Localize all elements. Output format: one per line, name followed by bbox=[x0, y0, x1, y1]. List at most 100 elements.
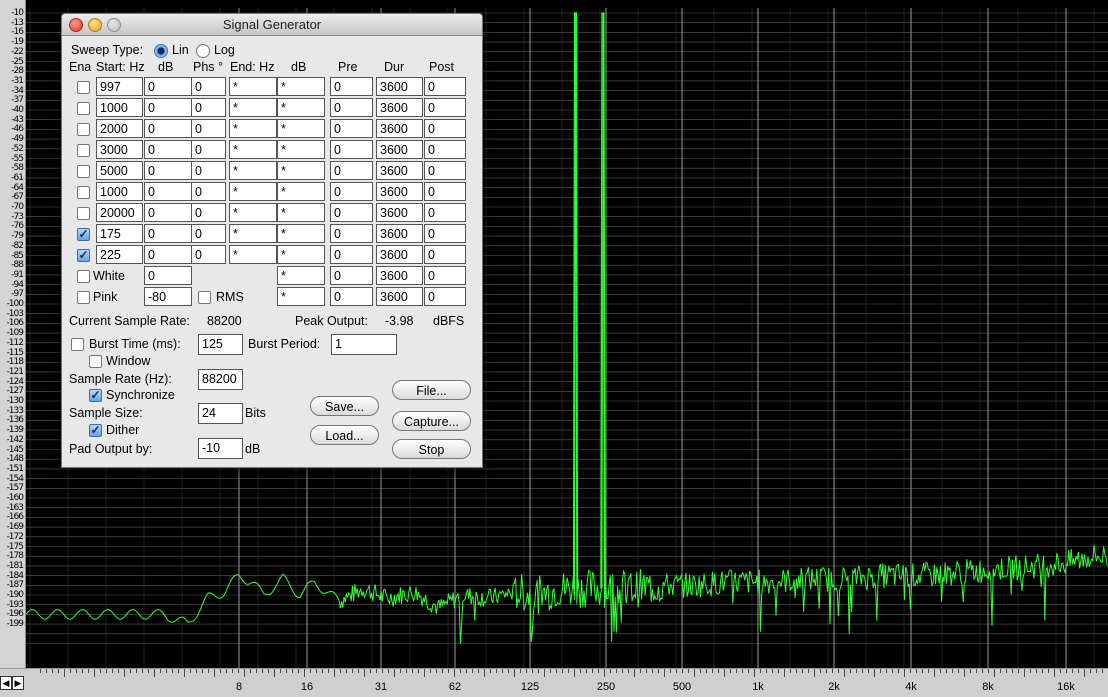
row-2-pre-field[interactable]: 0 bbox=[330, 98, 373, 117]
capture-button[interactable]: Capture... bbox=[392, 411, 471, 431]
white-enable-checkbox[interactable] bbox=[77, 270, 90, 283]
dither-checkbox[interactable]: ✓ bbox=[89, 424, 102, 437]
row-7-db2-field[interactable]: * bbox=[277, 203, 325, 222]
row-3-start-field[interactable]: 2000 bbox=[96, 119, 143, 138]
row-1-pre-field[interactable]: 0 bbox=[330, 77, 373, 96]
row-2-start-field[interactable]: 1000 bbox=[96, 98, 143, 117]
row-3-dur-field[interactable]: 3600 bbox=[376, 119, 423, 138]
sweep-lin-radio[interactable] bbox=[154, 44, 168, 58]
row-3-phs-field[interactable]: 0 bbox=[191, 119, 226, 138]
row-8-dur-field[interactable]: 3600 bbox=[376, 224, 423, 243]
row-2-phs-field[interactable]: 0 bbox=[191, 98, 226, 117]
row-1-db2-field[interactable]: * bbox=[277, 77, 325, 96]
title-bar[interactable]: Signal Generator bbox=[62, 14, 482, 36]
row-4-enable-checkbox[interactable] bbox=[77, 144, 90, 157]
row-4-start-field[interactable]: 3000 bbox=[96, 140, 143, 159]
row-1-start-field[interactable]: 997 bbox=[96, 77, 143, 96]
row-9-post-field[interactable]: 0 bbox=[424, 245, 466, 264]
white-post-field[interactable]: 0 bbox=[424, 266, 466, 285]
row-5-post-field[interactable]: 0 bbox=[424, 161, 466, 180]
burst-checkbox[interactable] bbox=[71, 338, 84, 351]
pink-dur-field[interactable]: 3600 bbox=[376, 287, 423, 306]
row-6-phs-field[interactable]: 0 bbox=[191, 182, 226, 201]
row-4-phs-field[interactable]: 0 bbox=[191, 140, 226, 159]
stop-button[interactable]: Stop bbox=[392, 439, 471, 459]
pink-db2-field[interactable]: * bbox=[277, 287, 325, 306]
row-9-start-field[interactable]: 225 bbox=[96, 245, 143, 264]
row-5-pre-field[interactable]: 0 bbox=[330, 161, 373, 180]
row-3-post-field[interactable]: 0 bbox=[424, 119, 466, 138]
row-3-enable-checkbox[interactable] bbox=[77, 123, 90, 136]
row-4-end-field[interactable]: * bbox=[229, 140, 277, 159]
row-2-post-field[interactable]: 0 bbox=[424, 98, 466, 117]
load-button[interactable]: Load... bbox=[310, 425, 379, 445]
row-7-end-field[interactable]: * bbox=[229, 203, 277, 222]
row-8-pre-field[interactable]: 0 bbox=[330, 224, 373, 243]
row-9-pre-field[interactable]: 0 bbox=[330, 245, 373, 264]
row-2-db2-field[interactable]: * bbox=[277, 98, 325, 117]
white-pre-field[interactable]: 0 bbox=[330, 266, 373, 285]
pad-output-field[interactable]: -10 bbox=[198, 438, 243, 459]
pink-post-field[interactable]: 0 bbox=[424, 287, 466, 306]
pink-db-field[interactable]: -80 bbox=[144, 287, 192, 306]
row-1-dur-field[interactable]: 3600 bbox=[376, 77, 423, 96]
row-5-db-field[interactable]: 0 bbox=[144, 161, 192, 180]
row-3-pre-field[interactable]: 0 bbox=[330, 119, 373, 138]
row-4-dur-field[interactable]: 3600 bbox=[376, 140, 423, 159]
row-6-end-field[interactable]: * bbox=[229, 182, 277, 201]
row-6-pre-field[interactable]: 0 bbox=[330, 182, 373, 201]
row-6-db-field[interactable]: 0 bbox=[144, 182, 192, 201]
window-checkbox[interactable] bbox=[89, 355, 102, 368]
row-7-enable-checkbox[interactable] bbox=[77, 207, 90, 220]
row-5-start-field[interactable]: 5000 bbox=[96, 161, 143, 180]
file-button[interactable]: File... bbox=[392, 380, 471, 400]
row-7-db-field[interactable]: 0 bbox=[144, 203, 192, 222]
row-6-post-field[interactable]: 0 bbox=[424, 182, 466, 201]
row-8-enable-checkbox[interactable]: ✓ bbox=[77, 228, 90, 241]
white-db-field[interactable]: 0 bbox=[144, 266, 192, 285]
sample-rate-field[interactable]: 88200 bbox=[198, 369, 243, 390]
row-1-end-field[interactable]: * bbox=[229, 77, 277, 96]
row-4-db2-field[interactable]: * bbox=[277, 140, 325, 159]
sweep-log-radio[interactable] bbox=[196, 44, 210, 58]
row-6-enable-checkbox[interactable] bbox=[77, 186, 90, 199]
row-6-dur-field[interactable]: 3600 bbox=[376, 182, 423, 201]
row-2-dur-field[interactable]: 3600 bbox=[376, 98, 423, 117]
row-7-pre-field[interactable]: 0 bbox=[330, 203, 373, 222]
row-5-end-field[interactable]: * bbox=[229, 161, 277, 180]
row-2-db-field[interactable]: 0 bbox=[144, 98, 192, 117]
row-4-pre-field[interactable]: 0 bbox=[330, 140, 373, 159]
row-8-end-field[interactable]: * bbox=[229, 224, 277, 243]
row-2-enable-checkbox[interactable] bbox=[77, 102, 90, 115]
row-9-db-field[interactable]: 0 bbox=[144, 245, 192, 264]
row-3-end-field[interactable]: * bbox=[229, 119, 277, 138]
row-8-db-field[interactable]: 0 bbox=[144, 224, 192, 243]
burst-time-field[interactable]: 125 bbox=[198, 334, 243, 355]
row-8-db2-field[interactable]: * bbox=[277, 224, 325, 243]
row-5-db2-field[interactable]: * bbox=[277, 161, 325, 180]
burst-period-field[interactable]: 1 bbox=[331, 334, 397, 355]
rms-checkbox[interactable] bbox=[198, 291, 211, 304]
white-dur-field[interactable]: 3600 bbox=[376, 266, 423, 285]
row-8-post-field[interactable]: 0 bbox=[424, 224, 466, 243]
row-9-db2-field[interactable]: * bbox=[277, 245, 325, 264]
row-2-end-field[interactable]: * bbox=[229, 98, 277, 117]
row-3-db2-field[interactable]: * bbox=[277, 119, 325, 138]
row-1-db-field[interactable]: 0 bbox=[144, 77, 192, 96]
row-5-dur-field[interactable]: 3600 bbox=[376, 161, 423, 180]
synchronize-checkbox[interactable]: ✓ bbox=[89, 389, 102, 402]
pink-enable-checkbox[interactable] bbox=[77, 291, 90, 304]
row-5-enable-checkbox[interactable] bbox=[77, 165, 90, 178]
pink-pre-field[interactable]: 0 bbox=[330, 287, 373, 306]
row-6-db2-field[interactable]: * bbox=[277, 182, 325, 201]
row-8-phs-field[interactable]: 0 bbox=[191, 224, 226, 243]
row-7-dur-field[interactable]: 3600 bbox=[376, 203, 423, 222]
row-7-post-field[interactable]: 0 bbox=[424, 203, 466, 222]
sample-size-field[interactable]: 24 bbox=[198, 403, 243, 424]
row-5-phs-field[interactable]: 0 bbox=[191, 161, 226, 180]
row-7-phs-field[interactable]: 0 bbox=[191, 203, 226, 222]
row-1-post-field[interactable]: 0 bbox=[424, 77, 466, 96]
row-1-phs-field[interactable]: 0 bbox=[191, 77, 226, 96]
row-8-start-field[interactable]: 175 bbox=[96, 224, 143, 243]
save-button[interactable]: Save... bbox=[310, 396, 379, 416]
